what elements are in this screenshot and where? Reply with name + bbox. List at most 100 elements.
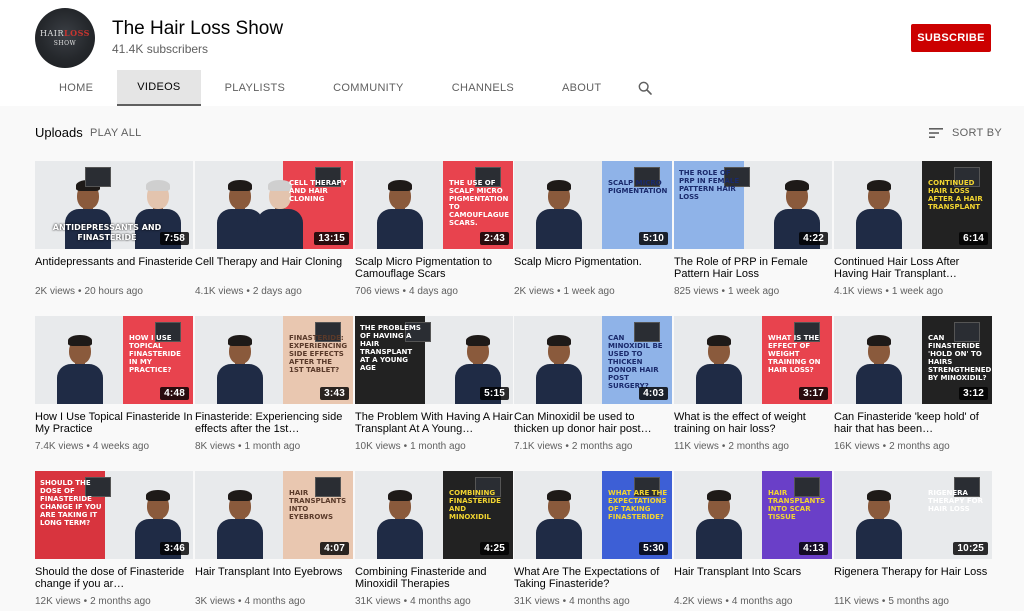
video-card[interactable]: HAIR TRANSPLANTS INTO EYEBROWS 4:07 Hair T… — [195, 471, 353, 607]
video-thumbnail[interactable]: COMBINING FINASTERIDE AND MINOXIDIL 4:25 — [355, 471, 513, 559]
video-duration: 4:22 — [799, 232, 828, 245]
video-card[interactable]: WHAT ARE THE EXPECTATIONS OF TAKING FINA… — [514, 471, 672, 607]
video-meta: 11K views • 5 months ago — [834, 596, 992, 607]
video-thumbnail[interactable]: CELL THERAPY AND HAIR CLONING 13:15 — [195, 161, 353, 249]
video-thumbnail[interactable]: HOW I USE TOPICAL FINASTERIDE IN MY PRAC… — [35, 316, 193, 404]
channel-tabs: HOME VIDEOS PLAYLISTS COMMUNITY CHANNELS… — [35, 70, 665, 106]
meta-separator: • — [725, 596, 729, 607]
meta-separator: • — [565, 441, 569, 452]
video-thumbnail[interactable]: THE PROBLEMS OF HAVING A HAIR TRANSPLANT… — [355, 316, 513, 404]
video-title[interactable]: Hair Transplant Into Scars — [674, 566, 832, 590]
video-thumbnail[interactable]: HAIR TRANSPLANTS INTO SCAR TISSUE 4:13 — [674, 471, 832, 559]
avatar-logo-bottom: SHOW — [53, 39, 77, 47]
video-thumbnail[interactable]: WHAT ARE THE EXPECTATIONS OF TAKING FINA… — [514, 471, 672, 559]
video-views: 4.2K views — [674, 596, 723, 607]
video-title[interactable]: Antidepressants and Finasteride — [35, 256, 193, 280]
video-thumbnail[interactable]: WHAT IS THE EFFECT OF WEIGHT TRAINING ON… — [674, 316, 832, 404]
video-title[interactable]: Can Finasteride 'keep hold' of hair that… — [834, 411, 992, 435]
channel-avatar[interactable]: HAIRLOSS SHOW — [35, 8, 95, 68]
video-card[interactable]: CAN MINOXIDIL BE USED TO THICKEN DONOR H… — [514, 316, 672, 452]
video-meta: 4.2K views • 4 months ago — [674, 596, 832, 607]
tab-home[interactable]: HOME — [35, 70, 117, 106]
video-card[interactable]: CELL THERAPY AND HAIR CLONING 13:15 Cell T… — [195, 161, 353, 297]
thumbnail-caption: COMBINING FINASTERIDE AND MINOXIDIL — [449, 489, 501, 521]
video-title[interactable]: Hair Transplant Into Eyebrows — [195, 566, 353, 590]
video-thumbnail[interactable]: FINASTERIDE: EXPERIENCING SIDE EFFECTS A… — [195, 316, 353, 404]
video-age: 2 months ago — [90, 596, 151, 607]
video-thumbnail[interactable]: CONTINUED HAIR LOSS AFTER A HAIR TRANSPL… — [834, 161, 992, 249]
video-title[interactable]: Combining Finasteride and Minoxidil Ther… — [355, 566, 513, 590]
video-card[interactable]: THE USE OF SCALP MICRO PIGMENTATION TO C… — [355, 161, 513, 297]
video-views: 4.1K views — [834, 286, 883, 297]
video-thumbnail[interactable]: SHOULD THE DOSE OF FINASTERIDE CHANGE IF… — [35, 471, 193, 559]
channel-search-button[interactable] — [625, 70, 665, 106]
avatar-logo-accent: LOSS — [63, 27, 90, 38]
video-title[interactable]: Scalp Micro Pigmentation to Camouflage S… — [355, 256, 513, 280]
tab-about[interactable]: ABOUT — [538, 70, 625, 106]
tab-community[interactable]: COMMUNITY — [309, 70, 428, 106]
tab-videos[interactable]: VIDEOS — [117, 70, 201, 106]
presenter-figure — [377, 489, 423, 559]
video-card[interactable]: SCALP MICRO PIGMENTATION 5:10 Scalp Micro … — [514, 161, 672, 297]
video-card[interactable]: CONTINUED HAIR LOSS AFTER A HAIR TRANSPL… — [834, 161, 992, 297]
video-title[interactable]: What Are The Expectations of Taking Fina… — [514, 566, 672, 590]
video-card[interactable]: FINASTERIDE: EXPERIENCING SIDE EFFECTS A… — [195, 316, 353, 452]
video-card[interactable]: COMBINING FINASTERIDE AND MINOXIDIL 4:25 C… — [355, 471, 513, 607]
presenter-figure — [856, 179, 902, 249]
video-views: 10K views — [355, 441, 401, 452]
video-title[interactable]: Cell Therapy and Hair Cloning — [195, 256, 353, 280]
video-title[interactable]: The Role of PRP in Female Pattern Hair L… — [674, 256, 832, 280]
thumbnail-caption: WHAT IS THE EFFECT OF WEIGHT TRAINING ON… — [768, 334, 821, 374]
sort-by-label: SORT BY — [952, 127, 1002, 139]
video-meta: 8K views • 1 month ago — [195, 441, 353, 452]
video-title[interactable]: Can Minoxidil be used to thicken up dono… — [514, 411, 672, 435]
video-thumbnail[interactable]: ANTIDEPRESSANTS AND FINASTERIDE 7:58 — [35, 161, 193, 249]
video-title[interactable]: What is the effect of weight training on… — [674, 411, 832, 435]
video-meta: 3K views • 4 months ago — [195, 596, 353, 607]
video-title[interactable]: How I Use Topical Finasteride In My Prac… — [35, 411, 193, 435]
video-title[interactable]: Should the dose of Finasteride change if… — [35, 566, 193, 590]
meta-separator: • — [557, 286, 561, 297]
play-all-button[interactable]: PLAY ALL — [90, 127, 142, 139]
thumbnail-caption: CAN MINOXIDIL BE USED TO THICKEN DONOR H… — [608, 334, 663, 390]
video-card[interactable]: HAIR TRANSPLANTS INTO SCAR TISSUE 4:13 Hai… — [674, 471, 832, 607]
presenter-figure — [536, 489, 582, 559]
video-duration: 4:07 — [320, 542, 349, 555]
video-thumbnail[interactable]: SCALP MICRO PIGMENTATION 5:10 — [514, 161, 672, 249]
video-card[interactable]: CAN FINASTERIDE 'HOLD ON' TO HAIRS STREN… — [834, 316, 992, 452]
video-card[interactable]: ANTIDEPRESSANTS AND FINASTERIDE 7:58 Antid… — [35, 161, 193, 297]
video-thumbnail[interactable]: THE ROLE OF PRP IN FEMALE PATTERN HAIR L… — [674, 161, 832, 249]
tab-channels[interactable]: CHANNELS — [428, 70, 538, 106]
subscribe-button[interactable]: SUBSCRIBE — [911, 24, 991, 52]
video-thumbnail[interactable]: CAN FINASTERIDE 'HOLD ON' TO HAIRS STREN… — [834, 316, 992, 404]
video-title[interactable]: Scalp Micro Pigmentation. — [514, 256, 672, 280]
video-age: 4 days ago — [408, 286, 458, 297]
video-meta: 12K views • 2 months ago — [35, 596, 193, 607]
video-age: 2 days ago — [252, 286, 302, 297]
video-card[interactable]: THE ROLE OF PRP IN FEMALE PATTERN HAIR L… — [674, 161, 832, 297]
thumbnail-caption: THE USE OF SCALP MICRO PIGMENTATION TO C… — [449, 179, 510, 227]
video-meta: 825 views • 1 week ago — [674, 286, 832, 297]
video-card[interactable]: RIGENERA THERAPY FOR HAIR LOSS 10:25 Rigen… — [834, 471, 992, 607]
video-views: 11K views — [674, 441, 719, 452]
video-card[interactable]: HOW I USE TOPICAL FINASTERIDE IN MY PRAC… — [35, 316, 193, 452]
meta-separator: • — [86, 441, 90, 452]
video-title[interactable]: Rigenera Therapy for Hair Loss — [834, 566, 992, 590]
video-thumbnail[interactable]: THE USE OF SCALP MICRO PIGMENTATION TO C… — [355, 161, 513, 249]
video-title[interactable]: The Problem With Having A Hair Transplan… — [355, 411, 513, 435]
channel-header: HAIRLOSS SHOW The Hair Loss Show 41.4K s… — [0, 0, 1024, 106]
meta-separator: • — [83, 596, 88, 607]
video-thumbnail[interactable]: CAN MINOXIDIL BE USED TO THICKEN DONOR H… — [514, 316, 672, 404]
video-views: 7.1K views — [514, 441, 563, 452]
sort-by-button[interactable]: SORT BY — [928, 124, 1002, 142]
video-card[interactable]: THE PROBLEMS OF HAVING A HAIR TRANSPLANT… — [355, 316, 513, 452]
video-thumbnail[interactable]: RIGENERA THERAPY FOR HAIR LOSS 10:25 — [834, 471, 992, 559]
video-thumbnail[interactable]: HAIR TRANSPLANTS INTO EYEBROWS 4:07 — [195, 471, 353, 559]
video-card[interactable]: SHOULD THE DOSE OF FINASTERIDE CHANGE IF… — [35, 471, 193, 607]
tab-playlists[interactable]: PLAYLISTS — [201, 70, 310, 106]
channel-title: The Hair Loss Show — [112, 18, 284, 39]
video-title[interactable]: Finasteride: Experiencing side effects a… — [195, 411, 353, 435]
video-age: 1 month ago — [244, 441, 301, 452]
video-card[interactable]: WHAT IS THE EFFECT OF WEIGHT TRAINING ON… — [674, 316, 832, 452]
video-title[interactable]: Continued Hair Loss After Having Hair Tr… — [834, 256, 992, 280]
